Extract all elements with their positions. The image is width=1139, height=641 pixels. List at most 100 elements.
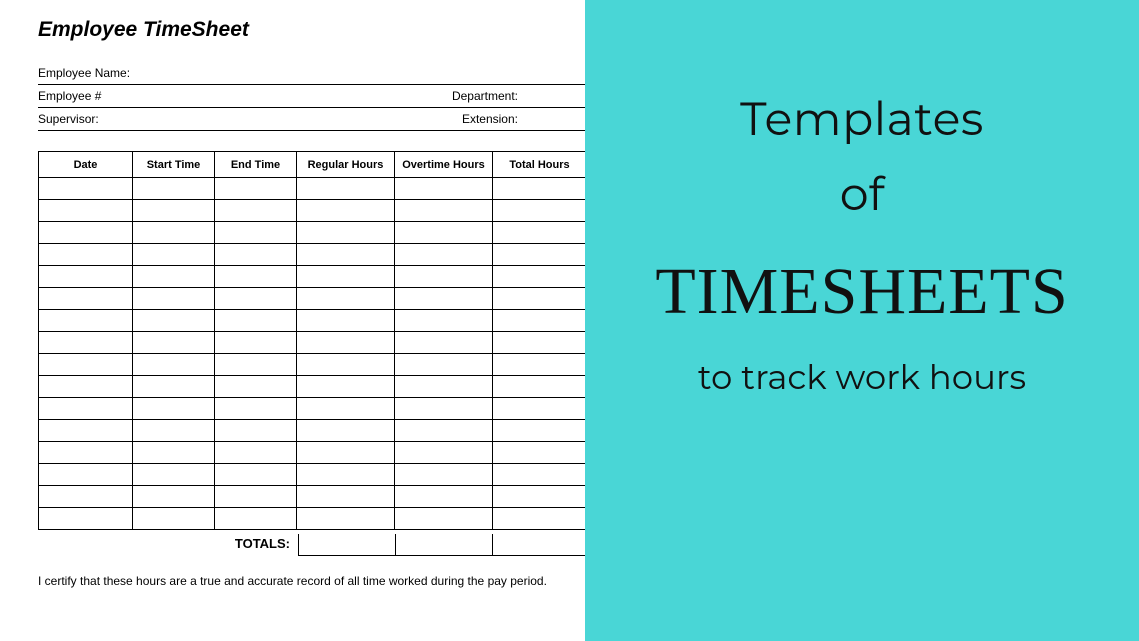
table-cell bbox=[395, 486, 493, 508]
table-row bbox=[39, 442, 587, 464]
table-cell bbox=[39, 442, 133, 464]
table-cell bbox=[493, 354, 587, 376]
table-cell bbox=[39, 332, 133, 354]
table-cell bbox=[297, 420, 395, 442]
col-header-start-time: Start Time bbox=[133, 152, 215, 178]
table-cell bbox=[493, 420, 587, 442]
table-cell bbox=[133, 354, 215, 376]
table-cell bbox=[215, 376, 297, 398]
table-cell bbox=[133, 244, 215, 266]
table-cell bbox=[395, 288, 493, 310]
table-cell bbox=[297, 354, 395, 376]
table-cell bbox=[39, 464, 133, 486]
table-row bbox=[39, 508, 587, 530]
employee-number-label: Employee # bbox=[38, 89, 101, 103]
table-cell bbox=[493, 222, 587, 244]
table-cell bbox=[39, 178, 133, 200]
table-cell bbox=[215, 354, 297, 376]
table-cell bbox=[395, 222, 493, 244]
table-cell bbox=[297, 310, 395, 332]
table-cell bbox=[39, 200, 133, 222]
table-cell bbox=[395, 442, 493, 464]
table-cell bbox=[297, 442, 395, 464]
table-row bbox=[39, 310, 587, 332]
table-row bbox=[39, 420, 587, 442]
table-cell bbox=[493, 442, 587, 464]
table-cell bbox=[395, 376, 493, 398]
table-cell bbox=[297, 508, 395, 530]
table-row bbox=[39, 486, 587, 508]
table-cell bbox=[493, 332, 587, 354]
promo-panel: Templates of TIMESHEETS to track work ho… bbox=[585, 0, 1139, 641]
table-cell bbox=[297, 332, 395, 354]
promo-line-2: of bbox=[840, 165, 884, 222]
totals-row: TOTALS: bbox=[38, 534, 586, 556]
totals-total-hours bbox=[492, 534, 586, 556]
table-row bbox=[39, 376, 587, 398]
totals-regular-hours bbox=[298, 534, 396, 556]
table-cell bbox=[133, 310, 215, 332]
table-cell bbox=[395, 398, 493, 420]
certification-text: I certify that these hours are a true an… bbox=[38, 574, 598, 588]
table-cell bbox=[215, 420, 297, 442]
table-cell bbox=[493, 288, 587, 310]
table-cell bbox=[395, 178, 493, 200]
table-cell bbox=[39, 420, 133, 442]
table-cell bbox=[133, 420, 215, 442]
table-cell bbox=[215, 266, 297, 288]
department-label: Department: bbox=[452, 89, 598, 103]
table-row bbox=[39, 288, 587, 310]
table-cell bbox=[215, 288, 297, 310]
table-row bbox=[39, 354, 587, 376]
table-cell bbox=[215, 200, 297, 222]
table-cell bbox=[39, 354, 133, 376]
table-cell bbox=[297, 244, 395, 266]
table-cell bbox=[297, 222, 395, 244]
table-row bbox=[39, 222, 587, 244]
table-cell bbox=[493, 310, 587, 332]
col-header-end-time: End Time bbox=[215, 152, 297, 178]
table-cell bbox=[395, 200, 493, 222]
table-cell bbox=[133, 486, 215, 508]
table-cell bbox=[215, 464, 297, 486]
table-cell bbox=[493, 464, 587, 486]
table-cell bbox=[133, 332, 215, 354]
table-cell bbox=[39, 266, 133, 288]
table-row bbox=[39, 398, 587, 420]
table-cell bbox=[39, 376, 133, 398]
table-cell bbox=[493, 266, 587, 288]
table-cell bbox=[133, 464, 215, 486]
table-cell bbox=[297, 178, 395, 200]
table-row bbox=[39, 332, 587, 354]
promo-line-1: Templates bbox=[740, 90, 984, 147]
table-cell bbox=[297, 376, 395, 398]
table-cell bbox=[395, 266, 493, 288]
table-cell bbox=[39, 398, 133, 420]
table-cell bbox=[133, 508, 215, 530]
table-cell bbox=[39, 244, 133, 266]
table-cell bbox=[133, 442, 215, 464]
timesheet-table: Date Start Time End Time Regular Hours O… bbox=[38, 151, 587, 530]
table-cell bbox=[133, 288, 215, 310]
table-cell bbox=[395, 244, 493, 266]
col-header-total-hours: Total Hours bbox=[493, 152, 587, 178]
table-cell bbox=[395, 508, 493, 530]
table-cell bbox=[493, 178, 587, 200]
table-cell bbox=[493, 508, 587, 530]
table-cell bbox=[215, 178, 297, 200]
table-cell bbox=[493, 398, 587, 420]
table-cell bbox=[493, 244, 587, 266]
form-meta: Employee Name: Employee # Department: Su… bbox=[38, 62, 598, 131]
table-cell bbox=[297, 266, 395, 288]
table-cell bbox=[297, 486, 395, 508]
extension-label: Extension: bbox=[462, 112, 598, 126]
table-cell bbox=[39, 508, 133, 530]
totals-label: TOTALS: bbox=[38, 534, 298, 556]
table-cell bbox=[493, 376, 587, 398]
table-cell bbox=[215, 398, 297, 420]
table-row bbox=[39, 266, 587, 288]
timesheet-form: Employee TimeSheet Employee Name: Employ… bbox=[0, 0, 585, 641]
table-cell bbox=[215, 486, 297, 508]
table-cell bbox=[215, 244, 297, 266]
col-header-overtime-hours: Overtime Hours bbox=[395, 152, 493, 178]
